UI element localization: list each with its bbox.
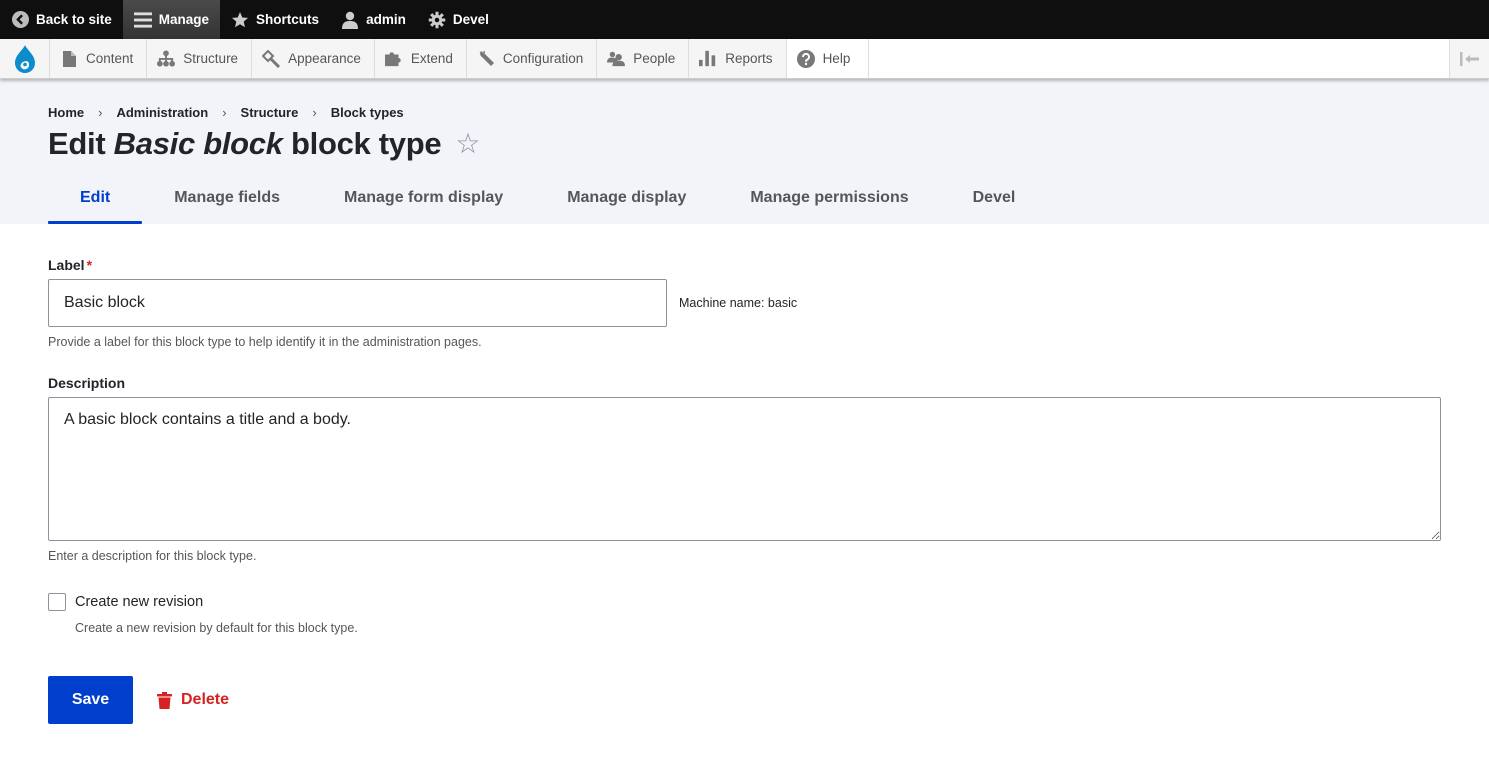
description-textarea[interactable]: A basic block contains a title and a bod…	[48, 397, 1441, 541]
breadcrumb-separator: ›	[312, 105, 317, 120]
page-title: Edit Basic block block type	[48, 126, 442, 162]
menu-item-help[interactable]: Help	[786, 39, 870, 78]
breadcrumb-separator: ›	[98, 105, 103, 120]
revision-help-text: Create a new revision by default for thi…	[75, 621, 358, 635]
menu-item-people[interactable]: People	[597, 39, 690, 78]
tab-manage-permissions[interactable]: Manage permissions	[718, 184, 940, 224]
manage-tab[interactable]: Manage	[122, 0, 221, 39]
title-prefix: Edit	[48, 126, 114, 161]
tab-manage-form-display[interactable]: Manage form display	[312, 184, 535, 224]
menu-item-structure[interactable]: Structure	[147, 39, 253, 78]
sitemap-icon	[157, 50, 176, 68]
title-emphasis: Basic block	[113, 126, 283, 161]
admin-menu-tray: Content Structure Appearance Extend Conf…	[0, 39, 1489, 79]
breadcrumb-administration[interactable]: Administration	[116, 105, 208, 120]
devel-tab[interactable]: Devel	[417, 0, 500, 39]
breadcrumb-block-types[interactable]: Block types	[331, 105, 404, 120]
page-header: Home › Administration › Structure › Bloc…	[0, 79, 1489, 224]
star-icon	[231, 11, 249, 29]
wrench-icon	[477, 50, 495, 68]
menu-item-appearance[interactable]: Appearance	[252, 39, 375, 78]
menu-item-label: Content	[86, 51, 134, 66]
create-revision-label[interactable]: Create new revision	[75, 594, 203, 610]
delete-label: Delete	[181, 691, 230, 708]
menu-item-label: Structure	[183, 51, 239, 66]
paintbrush-icon	[262, 49, 281, 68]
tab-devel[interactable]: Devel	[941, 184, 1048, 224]
back-to-site-link[interactable]: Back to site	[0, 0, 123, 39]
menu-item-label: Help	[822, 51, 851, 66]
primary-tabs: Edit Manage fields Manage form display M…	[48, 184, 1047, 224]
tray-orientation-toggle[interactable]	[1449, 39, 1489, 78]
label-help-text: Provide a label for this block type to h…	[48, 335, 482, 349]
label-field-label: Label *	[48, 257, 93, 273]
menu-item-label: Reports	[725, 51, 773, 66]
menu-item-content[interactable]: Content	[50, 39, 148, 78]
hamburger-icon	[133, 11, 152, 29]
breadcrumb-home[interactable]: Home	[48, 105, 84, 120]
shortcuts-tab[interactable]: Shortcuts	[220, 0, 330, 39]
shortcut-star-icon[interactable]: ☆	[455, 130, 480, 158]
description-field-label: Description	[48, 375, 126, 391]
menu-item-configuration[interactable]: Configuration	[467, 39, 598, 78]
menu-item-label: Configuration	[502, 51, 584, 66]
chevron-left-circle-icon	[11, 11, 29, 29]
tab-edit[interactable]: Edit	[48, 184, 143, 224]
menu-item-reports[interactable]: Reports	[689, 39, 787, 78]
question-icon	[796, 49, 815, 68]
collapse-left-icon	[1459, 51, 1479, 66]
block-type-form: Label* Machine name: basic Provide a lab…	[0, 224, 1489, 724]
shortcuts-label: Shortcuts	[256, 12, 320, 27]
required-marker: *	[86, 257, 93, 273]
manage-label: Manage	[158, 12, 210, 27]
gear-icon	[428, 11, 446, 29]
tab-manage-fields[interactable]: Manage fields	[142, 184, 312, 224]
menu-item-extend[interactable]: Extend	[375, 39, 467, 78]
tab-manage-display[interactable]: Manage display	[535, 184, 718, 224]
user-icon	[341, 11, 359, 29]
menu-item-label: Appearance	[288, 51, 361, 66]
description-help-text: Enter a description for this block type.	[48, 549, 257, 563]
menu-item-label: Extend	[410, 51, 453, 66]
trash-icon	[157, 691, 172, 709]
user-tab[interactable]: admin	[330, 0, 417, 39]
machine-name: Machine name: basic	[679, 296, 798, 310]
user-label: admin	[366, 12, 406, 27]
breadcrumb-separator: ›	[222, 105, 227, 120]
breadcrumb-structure[interactable]: Structure	[241, 105, 299, 120]
delete-link[interactable]: Delete	[157, 691, 229, 709]
breadcrumb: Home › Administration › Structure › Bloc…	[48, 79, 1441, 120]
create-revision-checkbox[interactable]	[48, 593, 66, 611]
label-input[interactable]	[48, 279, 667, 327]
menu-item-label: People	[633, 51, 676, 66]
toolbar-bar: Back to site Manage Shortcuts admin Deve…	[0, 0, 1489, 39]
people-icon	[607, 50, 626, 68]
puzzle-icon	[384, 50, 403, 68]
devel-label: Devel	[452, 12, 489, 27]
bar-chart-icon	[699, 50, 717, 68]
drupal-drop-icon	[14, 44, 35, 73]
save-button[interactable]: Save	[48, 676, 133, 724]
title-suffix: block type	[282, 126, 442, 161]
drupal-logo[interactable]	[0, 39, 50, 78]
file-icon	[60, 50, 78, 68]
back-to-site-label: Back to site	[36, 12, 112, 27]
